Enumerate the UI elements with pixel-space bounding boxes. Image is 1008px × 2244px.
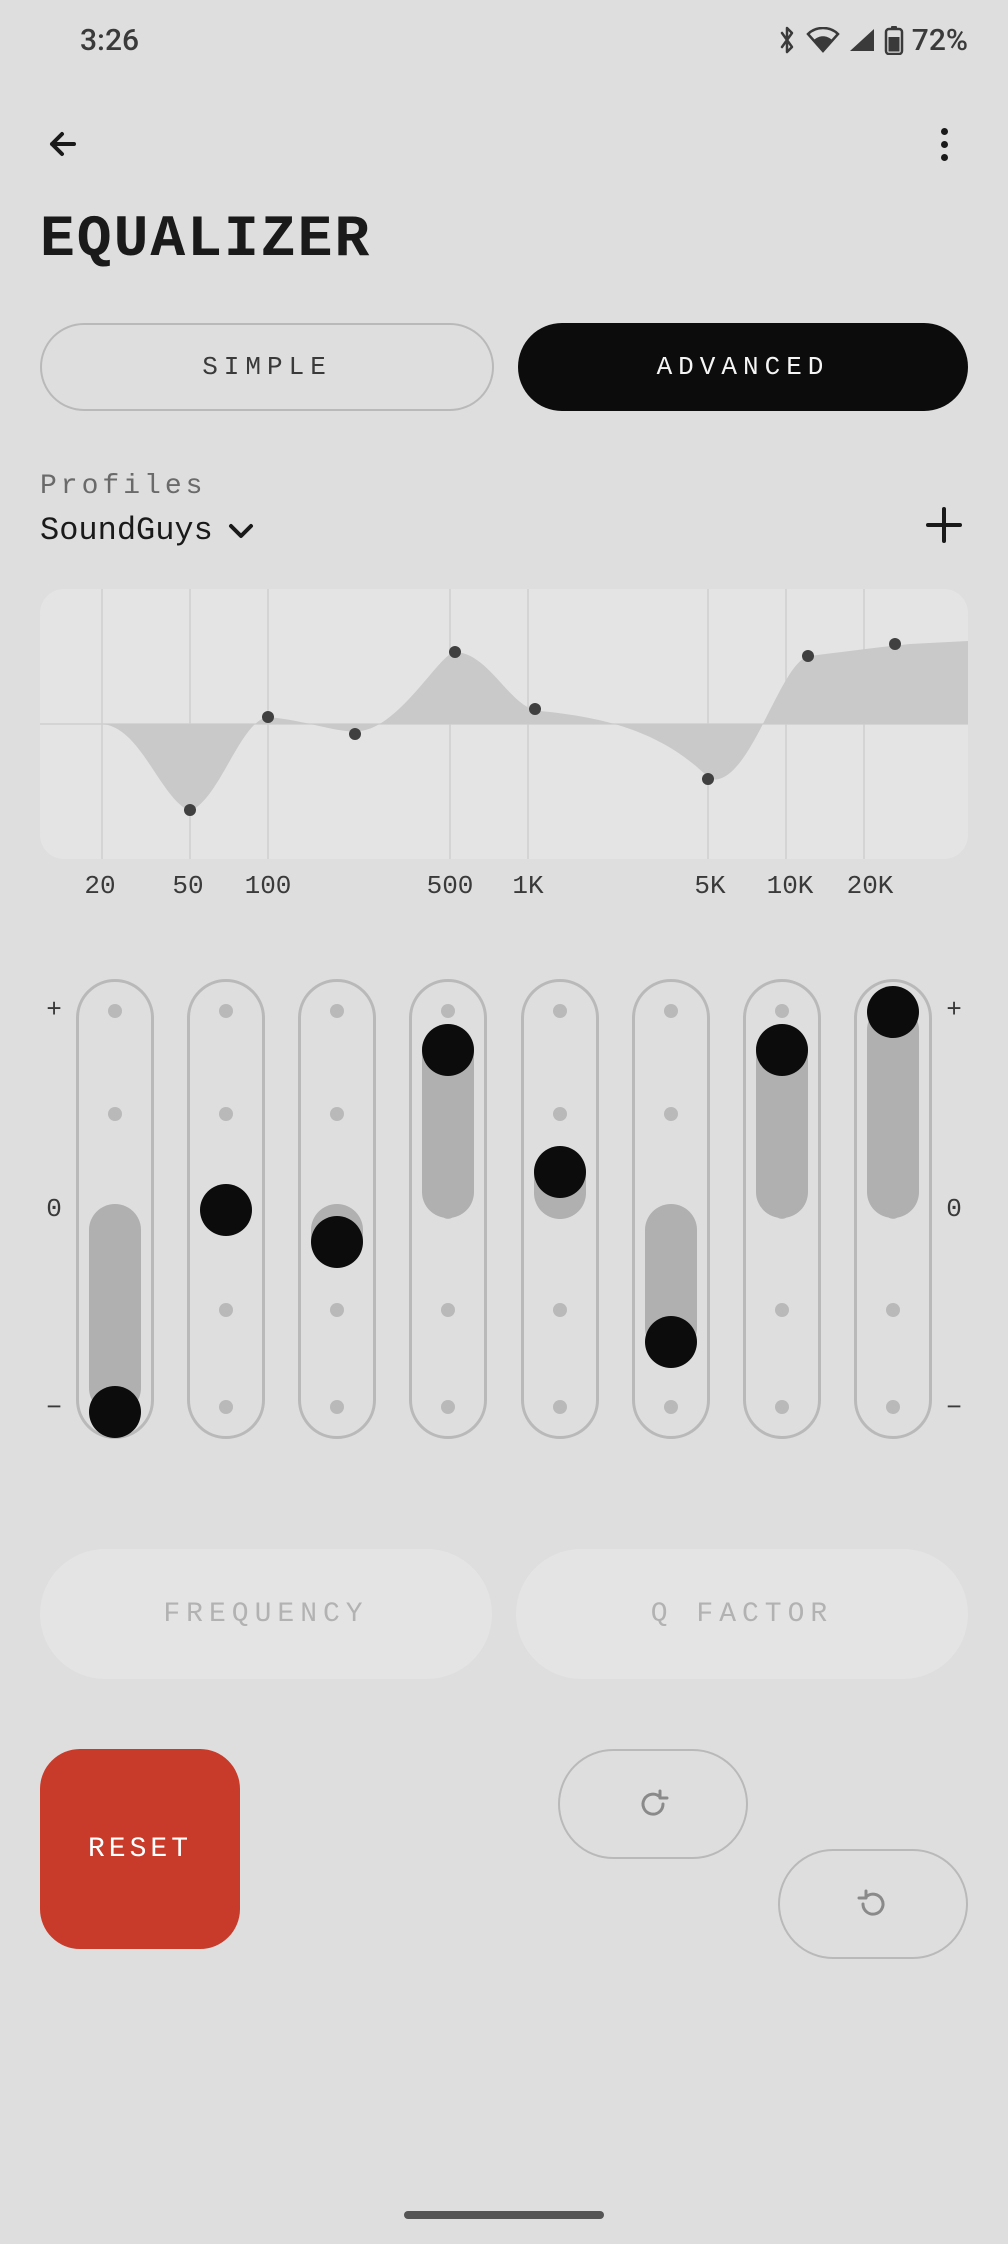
status-right: 72% [776,23,968,58]
scale-minus: − [46,1393,62,1423]
eq-band-slider-3[interactable] [298,979,376,1439]
eq-sliders: + 0 − [0,979,1008,1439]
add-profile-button[interactable] [920,501,968,549]
back-button[interactable] [40,120,88,168]
chevron-down-icon [227,522,255,540]
xaxis-tick: 5K [694,871,725,901]
param-buttons: FREQUENCY Q FACTOR [0,1439,1008,1679]
sliders-row [72,979,936,1439]
status-bar: 3:26 72% [0,0,1008,80]
xaxis-tick: 20 [84,871,115,901]
scale-plus: + [946,995,962,1025]
eq-band-slider-4[interactable] [409,979,487,1439]
back-arrow-icon [44,124,84,164]
eq-band-slider-6[interactable] [632,979,710,1439]
slider-scale-right: + 0 − [936,979,972,1439]
eq-band-slider-1[interactable] [76,979,154,1439]
frequency-button[interactable]: FREQUENCY [40,1549,492,1679]
plus-icon [924,505,964,545]
scale-plus: + [46,995,62,1025]
eq-band-slider-2[interactable] [187,979,265,1439]
profile-select[interactable]: SoundGuys [40,512,255,549]
battery-percent: 72% [912,23,968,58]
app-header [0,80,1008,188]
overflow-menu-button[interactable] [920,120,968,168]
bluetooth-icon [776,25,798,55]
scale-zero: 0 [46,1194,62,1224]
undo-icon [631,1782,675,1826]
cell-signal-icon [848,27,876,53]
dot-icon [941,128,948,135]
profile-selected-value: SoundGuys [40,512,213,549]
eq-mode-tabs: SIMPLE ADVANCED [0,323,1008,411]
xaxis-tick: 20K [847,871,894,901]
xaxis-tick: 500 [427,871,474,901]
tab-advanced[interactable]: ADVANCED [518,323,968,411]
wifi-icon [806,27,840,53]
reset-button[interactable]: RESET [40,1749,240,1949]
status-time: 3:26 [80,23,139,58]
dot-icon [941,141,948,148]
bottom-controls: RESET [0,1679,1008,1939]
tab-simple[interactable]: SIMPLE [40,323,494,411]
scale-minus: − [946,1393,962,1423]
undo-redo-group [240,1749,968,1949]
redo-icon [851,1882,895,1926]
eq-band-slider-7[interactable] [743,979,821,1439]
battery-icon [884,25,904,55]
undo-button[interactable] [558,1749,748,1859]
dot-icon [941,154,948,161]
slider-scale-left: + 0 − [36,979,72,1439]
profiles-row: Profiles SoundGuys [0,411,1008,549]
xaxis-tick: 10K [767,871,814,901]
eq-response-graph[interactable] [40,589,968,859]
eq-xaxis-labels: 20 50 100 500 1K 5K 10K 20K [0,859,1008,899]
xaxis-tick: 100 [245,871,292,901]
eq-band-slider-5[interactable] [521,979,599,1439]
redo-button[interactable] [778,1849,968,1959]
qfactor-button[interactable]: Q FACTOR [516,1549,968,1679]
eq-band-slider-8[interactable] [854,979,932,1439]
xaxis-tick: 50 [172,871,203,901]
page-title: EQUALIZER [0,188,1008,323]
xaxis-tick: 1K [512,871,543,901]
profiles-label: Profiles [40,471,255,502]
scale-zero: 0 [946,1194,962,1224]
home-indicator[interactable] [404,2211,604,2219]
